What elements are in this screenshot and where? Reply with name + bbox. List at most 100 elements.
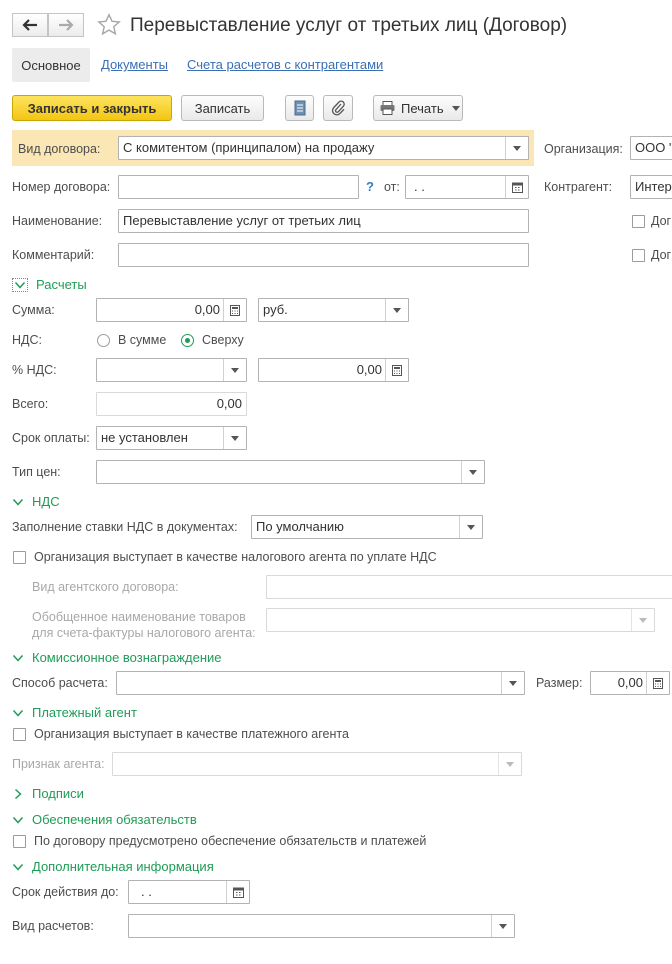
tax-agent-checkbox[interactable] [13, 551, 26, 564]
payment-agent-checkbox[interactable] [13, 728, 26, 741]
collapse-chevron-icon [12, 709, 24, 717]
tab-main[interactable]: Основное [12, 48, 90, 82]
contract-type-select[interactable]: С комитентом (принципалом) на продажу [118, 136, 529, 160]
payment-agent-header-label: Платежный агент [32, 705, 137, 720]
comment-label: Комментарий: [12, 248, 95, 262]
right-checkbox-1-label: Дог [651, 214, 672, 228]
dropdown-arrow-icon[interactable] [491, 915, 514, 937]
favorite-star-icon[interactable] [96, 12, 122, 38]
vat-on-top-label: Сверху [202, 333, 244, 347]
tax-agent-label: Организация выступает в качестве налогов… [34, 550, 437, 564]
commission-method-select[interactable] [116, 671, 525, 695]
dropdown-arrow-icon[interactable] [223, 359, 246, 381]
sum-value: 0,00 [194, 302, 220, 317]
organization-label: Организация: [544, 142, 623, 156]
goods-name-field [266, 608, 655, 632]
total-field: 0,00 [96, 392, 247, 416]
commission-size-label: Размер: [536, 676, 583, 690]
valid-until-input[interactable]: . . [128, 880, 250, 904]
save-button[interactable]: Записать [181, 95, 264, 121]
collapse-chevron-icon [12, 863, 24, 871]
vat-amount-value: 0,00 [356, 362, 382, 377]
tab-settlement-accounts[interactable]: Счета расчетов с контрагентами [187, 57, 383, 73]
agent-contract-label: Вид агентского договора: [32, 580, 179, 594]
calendar-icon[interactable] [226, 881, 249, 903]
vat-rate-select[interactable] [96, 358, 247, 382]
dropdown-arrow-icon[interactable] [505, 137, 528, 159]
dropdown-arrow-icon[interactable] [459, 516, 482, 538]
vat-in-sum-radio[interactable] [97, 334, 110, 347]
sum-label: Сумма: [12, 303, 55, 317]
signatures-group-header[interactable]: Подписи [12, 786, 84, 802]
tab-documents[interactable]: Документы [101, 57, 168, 73]
calendar-icon[interactable] [505, 176, 528, 198]
dropdown-arrow-icon [631, 609, 654, 631]
payment-agent-check-label: Организация выступает в качестве платежн… [34, 727, 349, 741]
contract-number-label: Номер договора: [12, 180, 111, 194]
commission-method-label: Способ расчета: [12, 676, 108, 690]
vat-on-top-radio[interactable] [181, 334, 194, 347]
additional-header-label: Дополнительная информация [32, 859, 214, 874]
organization-field[interactable]: ООО " [630, 136, 672, 160]
settlement-type-label: Вид расчетов: [12, 919, 94, 933]
paperclip-icon [331, 100, 345, 116]
currency-select[interactable]: руб. [258, 298, 409, 322]
valid-until-label: Срок действия до: [12, 885, 119, 899]
commission-size-input[interactable]: 0,00 [590, 671, 670, 695]
payment-term-label: Срок оплаты: [12, 431, 90, 445]
vat-amount-input[interactable]: 0,00 [258, 358, 409, 382]
contract-number-input[interactable] [118, 175, 359, 199]
dropdown-arrow-icon[interactable] [501, 672, 524, 694]
contract-date-value: . . [414, 179, 425, 194]
attachments-button[interactable] [323, 95, 353, 121]
chevron-down-icon [451, 105, 460, 111]
dropdown-arrow-icon[interactable] [223, 427, 246, 449]
payment-agent-group-header[interactable]: Платежный агент [12, 705, 137, 721]
counterparty-field[interactable]: Интерн [630, 175, 672, 199]
contract-type-label: Вид договора: [18, 142, 101, 156]
dropdown-arrow-icon[interactable] [385, 299, 408, 321]
contract-type-value: С комитентом (принципалом) на продажу [123, 140, 375, 155]
save-and-close-button[interactable]: Записать и закрыть [12, 95, 172, 121]
settlement-type-select[interactable] [128, 914, 515, 938]
report-button[interactable] [285, 95, 314, 121]
calculator-icon[interactable] [646, 672, 669, 694]
counterparty-label: Контрагент: [544, 180, 613, 194]
obligations-check-label: По договору предусмотрено обеспечение об… [34, 834, 427, 848]
help-question-icon[interactable]: ? [366, 179, 374, 194]
additional-group-header[interactable]: Дополнительная информация [12, 859, 214, 875]
vat-fill-rate-select[interactable]: По умолчанию [251, 515, 483, 539]
payment-term-select[interactable]: не установлен [96, 426, 247, 450]
obligations-checkbox[interactable] [13, 835, 26, 848]
price-type-label: Тип цен: [12, 465, 61, 479]
calculator-icon[interactable] [223, 299, 246, 321]
vat-fill-rate-label: Заполнение ставки НДС в документах: [12, 520, 238, 534]
dropdown-arrow-icon[interactable] [461, 461, 484, 483]
contract-date-input[interactable]: . . [405, 175, 529, 199]
name-label: Наименование: [12, 214, 103, 228]
right-checkbox-1[interactable] [632, 215, 645, 228]
print-button[interactable]: Печать [373, 95, 463, 121]
printer-icon [380, 101, 395, 115]
price-type-select[interactable] [96, 460, 485, 484]
list-report-icon [294, 100, 305, 116]
page-title: Перевыставление услуг от третьих лиц (До… [130, 15, 568, 36]
comment-input[interactable] [118, 243, 529, 267]
collapse-chevron-icon [12, 654, 24, 662]
calculator-icon[interactable] [385, 359, 408, 381]
forward-button[interactable] [48, 13, 84, 37]
name-input[interactable]: Перевыставление услуг от третьих лиц [118, 209, 529, 233]
agent-contract-field [266, 575, 672, 599]
agent-sign-label: Признак агента: [12, 757, 105, 771]
obligations-group-header[interactable]: Обеспечения обязательств [12, 812, 197, 828]
right-checkbox-2[interactable] [632, 249, 645, 262]
settlements-header-label: Расчеты [36, 277, 87, 292]
goods-name-label-line1: Обобщенное наименование товаров [32, 610, 246, 624]
print-label: Печать [401, 100, 444, 116]
vat-group-header[interactable]: НДС [12, 494, 60, 510]
signatures-header-label: Подписи [32, 786, 84, 801]
commission-group-header[interactable]: Комиссионное вознаграждение [12, 650, 222, 666]
back-button[interactable] [12, 13, 48, 37]
sum-input[interactable]: 0,00 [96, 298, 247, 322]
settlements-group-header[interactable]: Расчеты [12, 277, 87, 293]
